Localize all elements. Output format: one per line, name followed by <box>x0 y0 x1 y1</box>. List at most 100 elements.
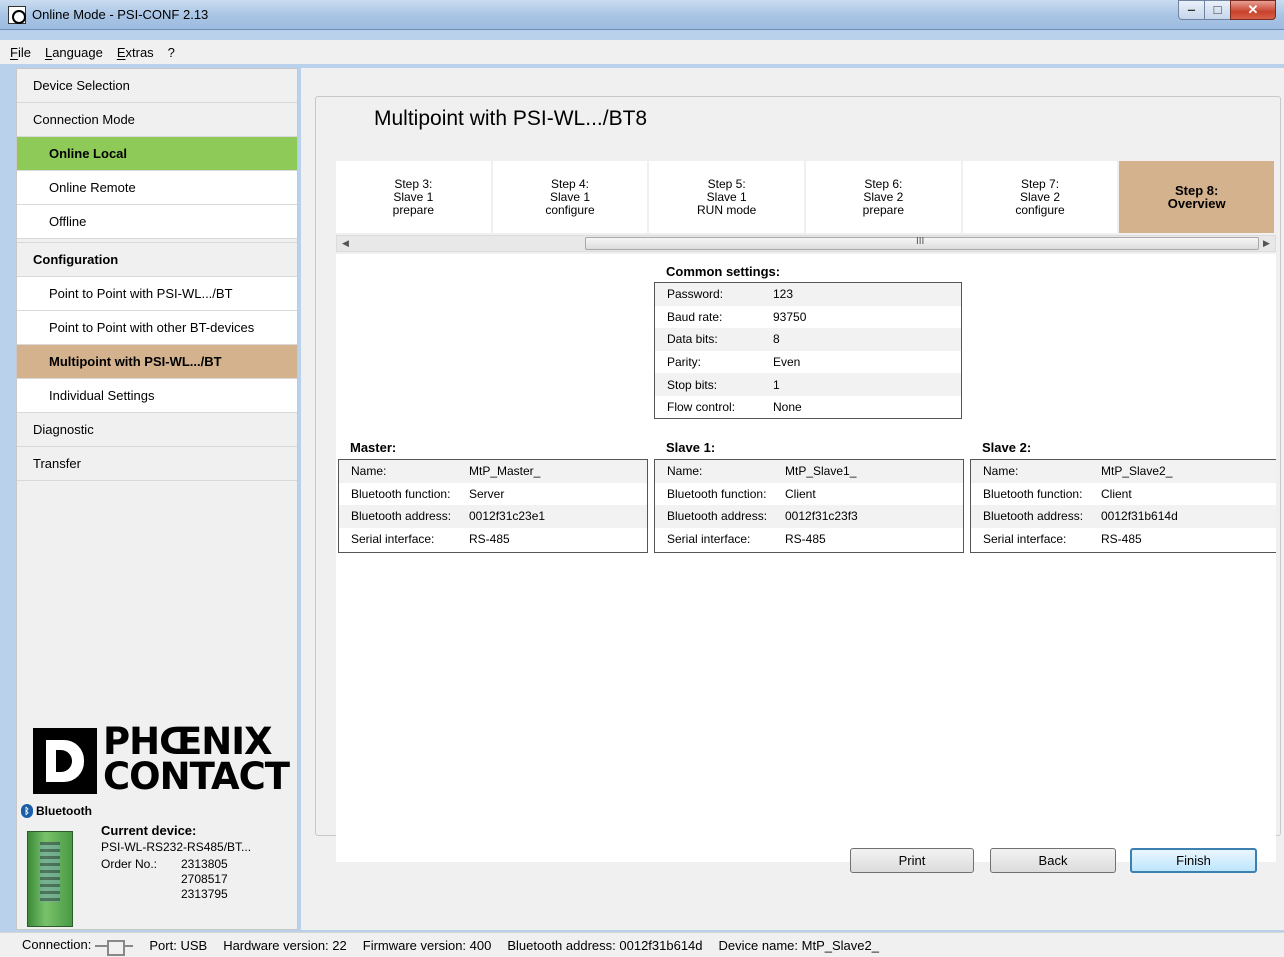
back-label: Back <box>1038 853 1068 868</box>
table-row: Bluetooth address: 0012f31b614d <box>971 505 1276 528</box>
setting-key: Serial interface: <box>351 532 435 547</box>
slave1-title: Slave 1: <box>666 440 716 455</box>
setting-key: Bluetooth function: <box>983 486 1083 501</box>
menu-help[interactable]: ? <box>168 45 175 60</box>
setting-value: RS-485 <box>785 532 826 547</box>
sidebar-item-individual-settings[interactable]: Individual Settings <box>17 379 297 413</box>
step-tab[interactable]: Step 4: Slave 1 configure <box>492 161 648 233</box>
device-name: Device name: MtP_Slave2_ <box>718 937 879 953</box>
sidebar-item-configuration[interactable]: Configuration <box>17 243 297 277</box>
order-numbers: 2313805 2708517 2313795 <box>181 857 228 902</box>
common-settings-title: Common settings: <box>666 264 781 279</box>
scroll-right-arrow-icon[interactable]: ▶ <box>1258 236 1275 251</box>
table-row: Bluetooth address: 0012f31c23f3 <box>655 505 963 528</box>
table-row: Name: MtP_Master_ <box>339 460 647 483</box>
step-label: Step 7: Slave 2 configure <box>1015 176 1065 217</box>
bluetooth-address: Bluetooth address: 0012f31b614d <box>507 937 703 953</box>
scroll-left-arrow-icon[interactable]: ◀ <box>337 236 354 251</box>
table-row: Name: MtP_Slave2_ <box>971 460 1276 483</box>
menu-language[interactable]: Language <box>45 45 103 60</box>
setting-value: MtP_Slave2_ <box>1101 464 1173 479</box>
setting-value: 123 <box>773 287 794 302</box>
sidebar: Device Selection Connection Mode Online … <box>16 68 298 930</box>
setting-value: 8 <box>773 332 780 347</box>
menu-extras[interactable]: Extras <box>117 45 154 60</box>
minimize-button[interactable]: ‒ <box>1178 0 1205 20</box>
setting-key: Bluetooth function: <box>667 486 767 501</box>
sidebar-item-multipoint[interactable]: Multipoint with PSI-WL.../BT <box>17 345 297 379</box>
scroll-grip: III <box>916 236 925 247</box>
step-label: Step 6: Slave 2 prepare <box>862 176 905 217</box>
step-tab[interactable]: Step 3: Slave 1 prepare <box>336 161 491 233</box>
sidebar-item-transfer[interactable]: Transfer <box>17 447 297 481</box>
setting-value: Client <box>785 486 816 501</box>
sidebar-item-p2p-psi-wl[interactable]: Point to Point with PSI-WL.../BT <box>17 277 297 311</box>
sidebar-item-online-local[interactable]: Online Local <box>17 137 297 171</box>
sidebar-item-diagnostic[interactable]: Diagnostic <box>17 413 297 447</box>
step-tab-active[interactable]: Step 8: Overview <box>1119 161 1275 233</box>
setting-key: Bluetooth address: <box>667 509 768 524</box>
sidebar-item-offline[interactable]: Offline <box>17 205 297 239</box>
table-row: Data bits: 8 <box>655 328 961 351</box>
table-row: Bluetooth function: Server <box>339 483 647 506</box>
table-row: Bluetooth function: Client <box>655 483 963 506</box>
setting-value: 0012f31c23f3 <box>785 509 858 524</box>
setting-value: None <box>773 400 802 415</box>
window-title: Online Mode - PSI-CONF 2.13 <box>32 7 209 22</box>
finish-label: Finish <box>1176 853 1211 868</box>
overview-panel: Common settings: Password: 123 Baud rate:… <box>336 254 1276 862</box>
current-device-title: Current device: <box>101 823 197 838</box>
step-tab[interactable]: Step 7: Slave 2 configure <box>962 161 1118 233</box>
print-button[interactable]: Print <box>850 848 974 873</box>
horizontal-scrollbar[interactable]: ◀ III ▶ <box>336 235 1276 252</box>
setting-value: Client <box>1101 486 1132 501</box>
order-number: 2313795 <box>181 887 228 901</box>
logo-text: PHŒNIX CONTACT <box>103 723 290 795</box>
setting-key: Baud rate: <box>667 309 723 324</box>
step-label: Step 4: Slave 1 configure <box>545 176 595 217</box>
connection-label: Connection: <box>22 937 92 953</box>
setting-key: Bluetooth address: <box>351 509 452 524</box>
step-tab[interactable]: Step 5: Slave 1 RUN mode <box>649 161 805 233</box>
window-controls: ‒ □ ✕ <box>1178 0 1276 20</box>
order-number-label: Order No.: <box>101 857 158 871</box>
setting-key: Data bits: <box>667 332 718 347</box>
setting-key: Parity: <box>667 355 702 370</box>
setting-value: 93750 <box>773 309 807 324</box>
step-tabs: Step 3: Slave 1 prepare Step 4: Slave 1 … <box>336 161 1276 233</box>
menu-file[interactable]: File <box>10 45 31 60</box>
step-tab[interactable]: Step 6: Slave 2 prepare <box>806 161 961 233</box>
main-panel: Multipoint with PSI-WL.../BT8 Step 3: Sl… <box>301 68 1284 930</box>
close-button[interactable]: ✕ <box>1230 0 1276 20</box>
setting-key: Bluetooth function: <box>351 486 451 501</box>
scroll-thumb[interactable]: III <box>585 236 1259 250</box>
setting-value: Even <box>773 355 801 370</box>
slave2-title: Slave 2: <box>982 440 1032 455</box>
maximize-button[interactable]: □ <box>1204 0 1231 20</box>
sidebar-item-p2p-other-bt[interactable]: Point to Point with other BT-devices <box>17 311 297 345</box>
setting-key: Flow control: <box>667 400 736 415</box>
step-label: Step 5: Slave 1 RUN mode <box>697 176 757 217</box>
bluetooth-text: Bluetooth <box>36 804 92 818</box>
finish-button[interactable]: Finish <box>1130 848 1257 873</box>
back-button[interactable]: Back <box>990 848 1116 873</box>
plug-icon <box>95 939 134 956</box>
common-settings-table: Password: 123 Baud rate: 93750 Data bits: 8… <box>654 282 962 419</box>
step-label: Step 8: Overview <box>1167 183 1226 211</box>
title-bar: Online Mode - PSI-CONF 2.13 ‒ □ ✕ <box>0 0 1284 30</box>
setting-key: Stop bits: <box>667 377 718 392</box>
setting-value: 1 <box>773 377 780 392</box>
table-row: Serial interface: RS-485 <box>655 528 963 551</box>
setting-value: Server <box>469 486 505 501</box>
setting-key: Serial interface: <box>983 532 1067 547</box>
sidebar-item-online-remote[interactable]: Online Remote <box>17 171 297 205</box>
table-row: Baud rate: 93750 <box>655 306 961 329</box>
bluetooth-icon: ᛒ <box>21 804 33 818</box>
menu-bar: File Language Extras ? <box>0 40 1284 64</box>
sidebar-item-device-selection[interactable]: Device Selection <box>17 69 297 103</box>
setting-value: RS-485 <box>469 532 510 547</box>
minimize-icon: ‒ <box>1187 2 1196 17</box>
sidebar-item-connection-mode[interactable]: Connection Mode <box>17 103 297 137</box>
order-number: 2313805 <box>181 857 228 871</box>
table-row: Name: MtP_Slave1_ <box>655 460 963 483</box>
